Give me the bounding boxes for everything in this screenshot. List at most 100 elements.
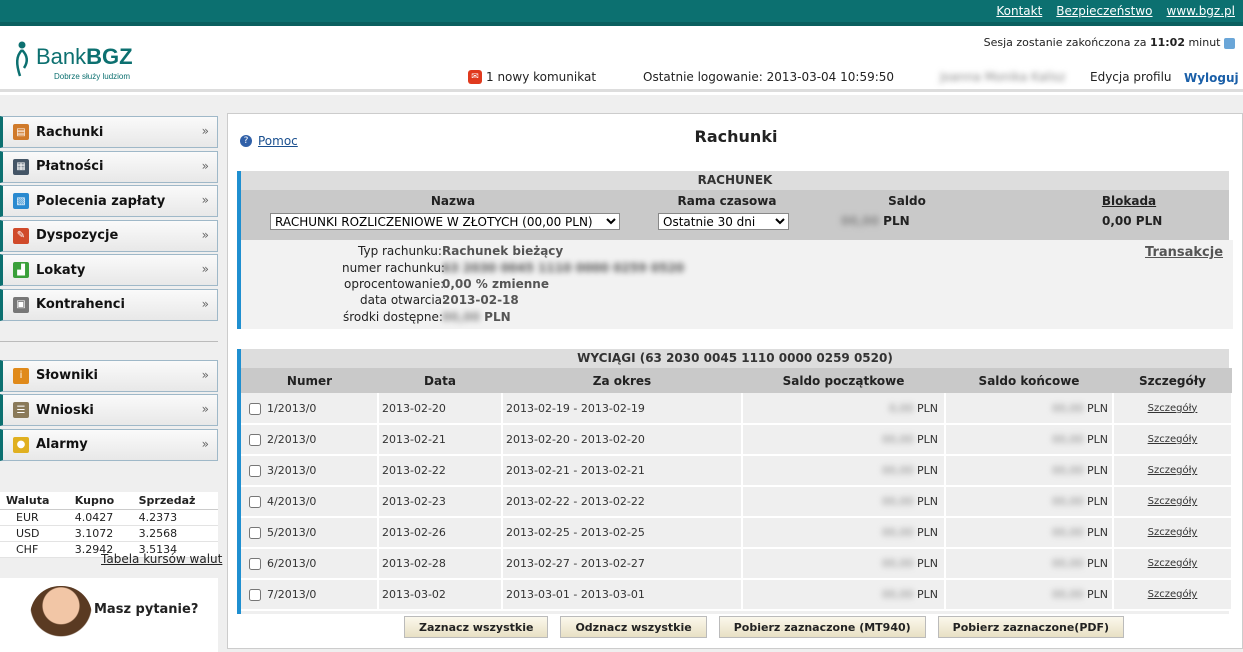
pencil-icon: ✎	[13, 227, 29, 244]
security-link[interactable]: Bezpieczeństwo	[1056, 4, 1152, 18]
page-title: Rachunki	[694, 127, 778, 146]
col-period: Rama czasowa	[677, 194, 777, 208]
period-select[interactable]: Ostatnie 30 dni	[658, 213, 789, 230]
statement-details-link[interactable]: Szczegóły	[1113, 517, 1233, 549]
consultant-photo	[30, 586, 92, 652]
rates-header-sell: Sprzedaż	[132, 492, 218, 510]
rates-header-currency: Waluta	[0, 492, 69, 510]
statement-checkbox[interactable]	[249, 589, 261, 601]
col-end-balance: Saldo końcowe	[945, 368, 1113, 393]
ledger-icon: ▤	[13, 124, 29, 140]
statements-table: Numer Data Za okres Saldo początkowe Sal…	[241, 368, 1233, 611]
col-date: Data	[378, 368, 502, 393]
help-link-wrap: ? Pomoc	[240, 134, 298, 148]
download-mt940-button[interactable]: Pobierz zaznaczone (MT940)	[718, 616, 926, 638]
website-link[interactable]: www.bgz.pl	[1167, 4, 1235, 18]
chevron-right-icon: »	[201, 436, 209, 451]
help-question: Masz pytanie?	[94, 602, 199, 617]
sidebar-item-alarms[interactable]: ● Alarmy»	[0, 428, 218, 461]
help-link[interactable]: Pomoc	[258, 134, 298, 148]
statement-checkbox[interactable]	[249, 496, 261, 508]
statement-checkbox[interactable]	[249, 465, 261, 477]
table-row: EUR 4.0427 4.2373	[0, 509, 218, 526]
select-all-button[interactable]: Zaznacz wszystkie	[404, 616, 549, 638]
header: BankBGZ Dobrze służy ludziom Sesja zosta…	[0, 30, 1243, 92]
top-bar: Kontakt Bezpieczeństwo www.bgz.pl	[0, 0, 1243, 26]
chevron-right-icon: »	[201, 262, 209, 276]
chevron-right-icon: »	[201, 227, 209, 242]
balance-value: 00,00 PLN	[841, 214, 910, 228]
document-icon: ▧	[13, 193, 29, 209]
sidebar-divider	[0, 340, 218, 342]
account-details: Typ rachunku: numer rachunku: oprocentow…	[241, 240, 1233, 329]
sidebar-item-direct-debits[interactable]: ▧ Polecenia zapłaty»	[0, 185, 218, 217]
sidebar-item-deposits[interactable]: ▟ Lokaty»	[0, 254, 218, 286]
bulb-icon: ●	[13, 436, 29, 453]
exchange-rates: Waluta Kupno Sprzedaż EUR 4.0427 4.2373 US…	[0, 492, 218, 558]
table-row: 7/2013/0 2013-03-02 2013-03-01 - 2013-03…	[241, 579, 1233, 611]
col-period: Za okres	[502, 368, 742, 393]
col-balance: Saldo	[888, 194, 926, 208]
account-section: RACHUNEK Nazwa Rama czasowa Saldo Blokad…	[237, 171, 1233, 329]
contacts-icon: ▣	[13, 296, 29, 313]
help-icon: ?	[240, 135, 252, 147]
chevron-right-icon: »	[201, 402, 209, 416]
chevron-right-icon: »	[201, 158, 209, 173]
chart-icon: ▟	[13, 262, 29, 278]
deselect-all-button[interactable]: Odznacz wszystkie	[560, 616, 707, 638]
edit-profile-link[interactable]: Edycja profilu	[1090, 70, 1172, 84]
transactions-link[interactable]: Transakcje	[1145, 245, 1223, 260]
rates-header-buy: Kupno	[68, 492, 133, 510]
statement-checkbox[interactable]	[249, 402, 261, 415]
account-opened: 2013-02-18	[442, 293, 519, 307]
account-number: 63 2030 0045 1110 0000 0259 0520	[442, 261, 685, 275]
account-select[interactable]: RACHUNKI ROZLICZENIOWE W ZŁOTYCH (00,00 …	[270, 213, 620, 230]
account-interest: 0,00 % zmienne	[442, 277, 549, 291]
logo-motto: Dobrze służy ludziom	[54, 72, 131, 81]
chevron-right-icon: »	[201, 296, 209, 311]
new-message[interactable]: ✉ 1 nowy komunikat	[468, 70, 596, 84]
info-icon: i	[13, 367, 29, 384]
logout-link[interactable]: Wyloguj	[1184, 71, 1239, 85]
sidebar: ▤ Rachunki» ▦ Płatności» ▧ Polecenia zapłat…	[0, 116, 218, 463]
table-row: 1/2013/0 2013-02-20 2013-02-19 - 2013-02…	[241, 393, 1233, 425]
statements-section: WYCIĄGI (63 2030 0045 1110 0000 0259 052…	[237, 349, 1233, 614]
table-row: 2/2013/0 2013-02-21 2013-02-20 - 2013-02…	[241, 424, 1233, 456]
refresh-session-icon[interactable]	[1224, 37, 1235, 49]
statement-checkbox[interactable]	[249, 558, 261, 570]
statement-details-link[interactable]: Szczegóły	[1113, 424, 1233, 456]
statement-details-link[interactable]: Szczegóły	[1113, 486, 1233, 518]
sidebar-item-applications[interactable]: ☰ Wnioski»	[0, 394, 218, 426]
col-name: Nazwa	[430, 194, 476, 208]
mail-alert-icon: ✉	[468, 70, 482, 84]
user-name: Joanna Monika Kalisz	[940, 70, 1066, 84]
statement-details-link[interactable]: Szczegóły	[1113, 579, 1233, 611]
statement-details-link[interactable]: Szczegóły	[1113, 455, 1233, 487]
statement-details-link[interactable]: Szczegóły	[1113, 548, 1233, 580]
download-pdf-button[interactable]: Pobierz zaznaczone(PDF)	[937, 616, 1125, 638]
exchange-rates-link[interactable]: Tabela kursów walut	[101, 552, 222, 566]
sidebar-item-dispositions[interactable]: ✎ Dyspozycje»	[0, 219, 218, 252]
table-row: 3/2013/0 2013-02-22 2013-02-21 - 2013-02…	[241, 455, 1233, 487]
account-header: Nazwa Rama czasowa Saldo Blokada RACHUNK…	[241, 190, 1229, 240]
sidebar-item-accounts[interactable]: ▤ Rachunki»	[0, 116, 218, 148]
list-icon: ☰	[13, 402, 29, 418]
col-block[interactable]: Blokada	[1099, 194, 1159, 208]
logo-figure-icon	[16, 41, 28, 77]
statement-details-link[interactable]: Szczegóły	[1113, 393, 1233, 425]
statement-checkbox[interactable]	[249, 434, 261, 446]
table-row: 4/2013/0 2013-02-23 2013-02-22 - 2013-02…	[241, 486, 1233, 518]
statements-banner: WYCIĄGI (63 2030 0045 1110 0000 0259 052…	[241, 349, 1229, 368]
statement-checkbox[interactable]	[249, 527, 261, 539]
help-banner[interactable]: Masz pytanie?	[0, 578, 218, 652]
contact-link[interactable]: Kontakt	[996, 4, 1042, 18]
sidebar-item-payments[interactable]: ▦ Płatności»	[0, 150, 218, 183]
statement-actions: Zaznacz wszystkie Odznacz wszystkie Pobi…	[404, 616, 1125, 638]
sidebar-item-contractors[interactable]: ▣ Kontrahenci»	[0, 288, 218, 321]
bank-logo[interactable]: BankBGZ Dobrze służy ludziom	[14, 40, 144, 84]
new-message-label: 1 nowy komunikat	[486, 70, 597, 84]
sidebar-item-dictionaries[interactable]: i Słowniki»	[0, 359, 218, 392]
account-banner: RACHUNEK	[241, 171, 1229, 190]
col-number: Numer	[241, 368, 378, 393]
table-row: USD 3.1072 3.2568	[0, 525, 218, 542]
